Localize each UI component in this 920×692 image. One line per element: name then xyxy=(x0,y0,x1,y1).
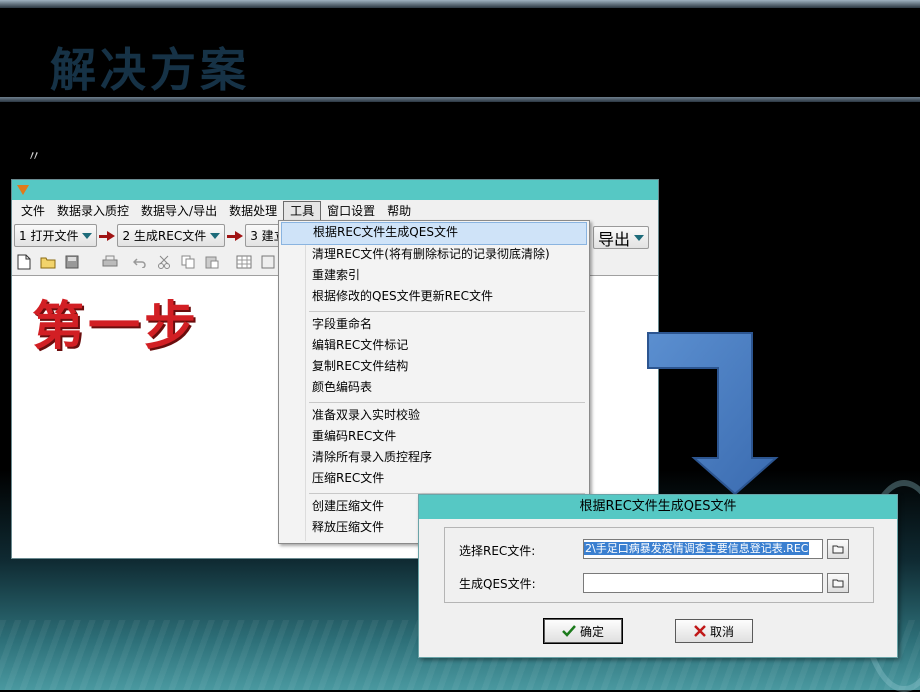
menu-item-copy-rec-structure[interactable]: 复制REC文件结构 xyxy=(281,356,587,377)
menu-item-rebuild-index[interactable]: 重建索引 xyxy=(281,265,587,286)
menu-data-processing[interactable]: 数据处理 xyxy=(223,201,283,221)
app-titlebar xyxy=(12,180,658,200)
copy-icon[interactable] xyxy=(180,254,196,270)
rec-browse-button[interactable] xyxy=(827,539,849,559)
rec-file-input[interactable]: 2\手足口病暴发疫情调查主要信息登记表.REC xyxy=(583,539,823,559)
qes-file-input[interactable] xyxy=(583,573,823,593)
step-arrow-icon xyxy=(227,230,244,241)
menu-item-compress-rec[interactable]: 压缩REC文件 xyxy=(281,468,587,489)
menu-item-update-rec[interactable]: 根据修改的QES文件更新REC文件 xyxy=(281,286,587,307)
menu-item-recode-rec[interactable]: 重编码REC文件 xyxy=(281,426,587,447)
step-arrow-icon xyxy=(99,230,116,241)
open-file-button[interactable]: 1 打开文件 xyxy=(14,224,98,247)
cut-icon[interactable] xyxy=(156,254,172,270)
generate-qes-dialog: 根据REC文件生成QES文件 选择REC文件: 2\手足口病暴发疫情调查主要信息… xyxy=(418,494,898,658)
open-folder-icon[interactable] xyxy=(40,254,56,270)
close-icon xyxy=(694,625,706,637)
dropdown-triangle-icon xyxy=(634,234,645,241)
menu-item-clear-qc[interactable]: 清除所有录入质控程序 xyxy=(281,447,587,468)
menu-help[interactable]: 帮助 xyxy=(381,201,417,221)
generate-rec-label: 2 生成REC文件 xyxy=(122,229,207,243)
slide-title: 解决方案 xyxy=(50,43,250,97)
menu-item-generate-qes[interactable]: 根据REC文件生成QES文件 xyxy=(281,222,587,245)
save-icon[interactable] xyxy=(64,254,80,270)
folder-icon xyxy=(832,579,844,588)
menu-item-edit-rec-label[interactable]: 编辑REC文件标记 xyxy=(281,335,587,356)
dialog-title: 根据REC文件生成QES文件 xyxy=(419,495,897,519)
new-file-icon[interactable] xyxy=(16,254,32,270)
grid-view-icon[interactable] xyxy=(236,254,252,270)
ok-button[interactable]: 确定 xyxy=(543,618,623,644)
dropdown-triangle-icon xyxy=(82,232,93,239)
cancel-button[interactable]: 取消 xyxy=(675,619,753,643)
cancel-label: 取消 xyxy=(709,624,734,639)
title-rule xyxy=(0,97,920,102)
flow-arrow-icon xyxy=(647,332,779,496)
ok-label: 确定 xyxy=(579,624,604,639)
step-label: 第一步 xyxy=(32,297,201,357)
open-file-label: 1 打开文件 xyxy=(19,229,79,243)
form-view-icon[interactable] xyxy=(260,254,276,270)
top-band xyxy=(0,0,920,8)
menu-tools[interactable]: 工具 xyxy=(283,201,322,221)
menu-item-rename-field[interactable]: 字段重命名 xyxy=(281,314,587,335)
menu-item-color-codes[interactable]: 颜色编码表 xyxy=(281,377,587,398)
qes-browse-button[interactable] xyxy=(827,573,849,593)
menubar: 文件 数据录入质控 数据导入/导出 数据处理 工具 窗口设置 帮助 xyxy=(12,200,658,222)
rec-file-value: 2\手足口病暴发疫情调查主要信息登记表.REC xyxy=(584,542,810,555)
menu-file[interactable]: 文件 xyxy=(15,201,51,221)
menu-import-export[interactable]: 数据导入/导出 xyxy=(135,201,223,221)
qes-file-label: 生成QES文件: xyxy=(459,577,536,591)
menu-separator xyxy=(309,402,585,403)
menu-item-clean-rec[interactable]: 清理REC文件(将有删除标记的记录彻底清除) xyxy=(281,244,587,265)
paste-icon[interactable] xyxy=(204,254,220,270)
rec-file-label: 选择REC文件: xyxy=(459,544,536,558)
folder-icon xyxy=(832,545,844,554)
menu-item-double-entry[interactable]: 准备双录入实时校验 xyxy=(281,405,587,426)
check-icon xyxy=(562,625,576,637)
print-icon[interactable] xyxy=(102,254,118,270)
quote-mark: 〃 xyxy=(27,149,41,165)
dropdown-triangle-icon xyxy=(210,232,221,239)
export-label: 导出 xyxy=(598,229,631,249)
menu-data-entry-qc[interactable]: 数据录入质控 xyxy=(51,201,135,221)
menu-separator xyxy=(309,311,585,312)
undo-icon[interactable] xyxy=(132,254,148,270)
generate-rec-button[interactable]: 2 生成REC文件 xyxy=(117,224,226,247)
menu-window-settings[interactable]: 窗口设置 xyxy=(321,201,381,221)
export-button[interactable]: 导出 xyxy=(593,226,650,249)
app-icon xyxy=(17,185,29,195)
